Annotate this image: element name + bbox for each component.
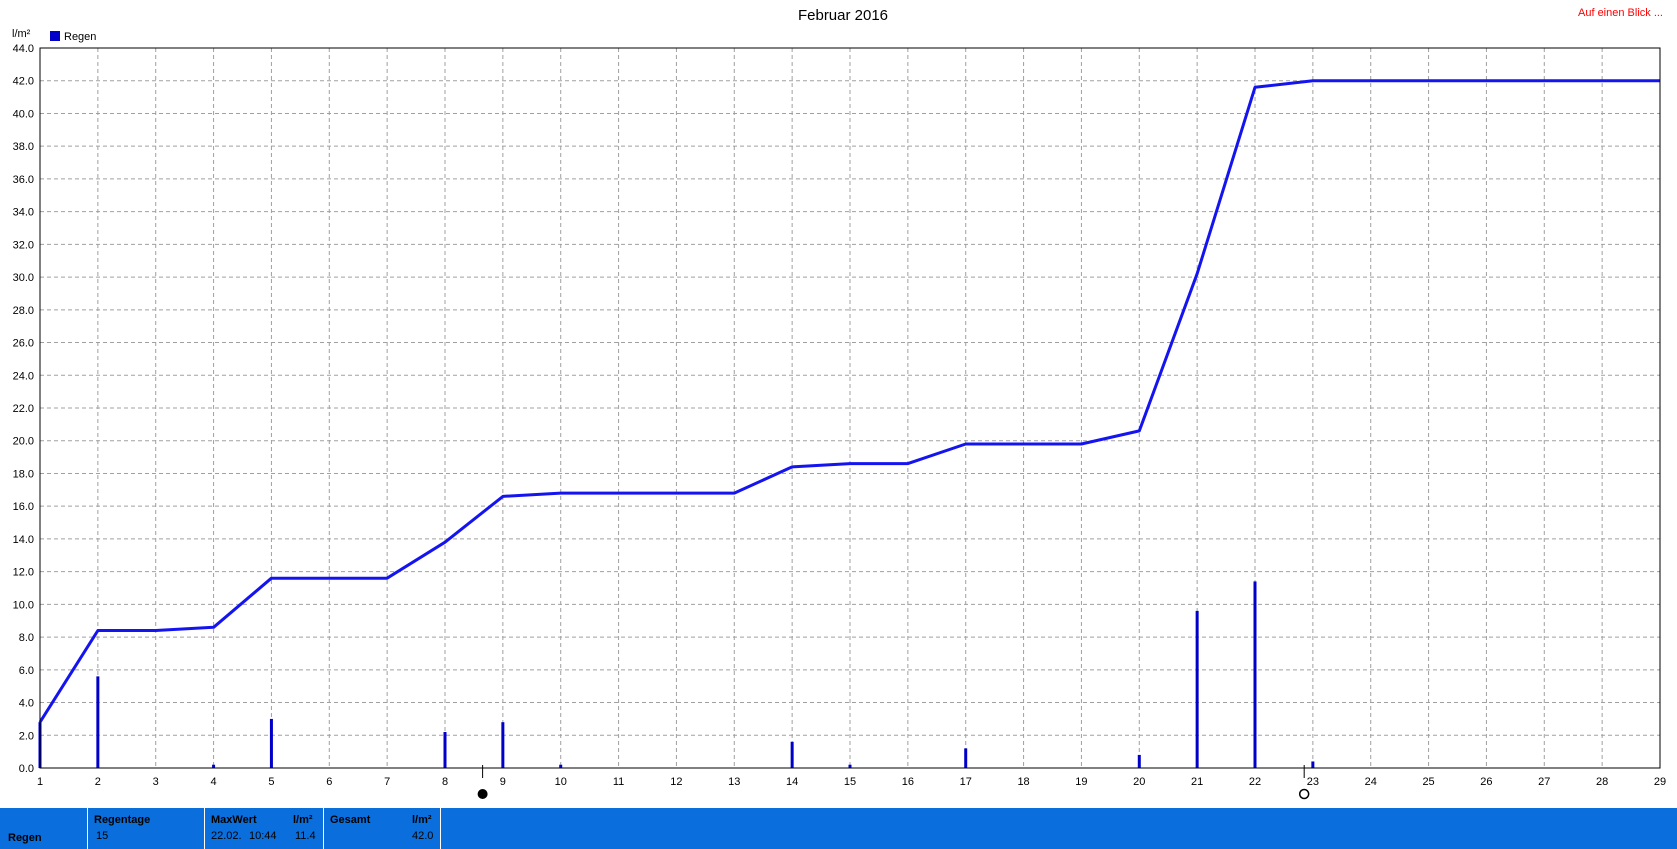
y-axis-unit: l/m² bbox=[12, 28, 31, 40]
x-tick-label: 19 bbox=[1075, 776, 1087, 788]
x-tick-label: 1 bbox=[37, 776, 43, 788]
chart-title: Februar 2016 bbox=[798, 7, 888, 24]
x-tick-label: 26 bbox=[1480, 776, 1492, 788]
y-tick-label: 20.0 bbox=[13, 436, 34, 448]
x-tick-label: 28 bbox=[1596, 776, 1608, 788]
gesamt-unit: l/m² bbox=[412, 814, 432, 826]
x-tick-label: 29 bbox=[1654, 776, 1666, 788]
y-tick-label: 24.0 bbox=[13, 370, 34, 382]
y-tick-label: 22.0 bbox=[13, 403, 34, 415]
x-tick-label: 18 bbox=[1017, 776, 1029, 788]
x-tick-label: 14 bbox=[786, 776, 798, 788]
new-moon-icon bbox=[477, 789, 488, 799]
y-tick-label: 44.0 bbox=[13, 43, 34, 55]
y-tick-label: 32.0 bbox=[13, 239, 34, 251]
maxwert-time: 10:44 bbox=[249, 830, 277, 842]
y-tick-label: 18.0 bbox=[13, 468, 34, 480]
x-tick-label: 4 bbox=[211, 776, 217, 788]
daily-rain-bar bbox=[964, 748, 968, 768]
y-axis-ticks: 0.0 2.0 4.0 6.0 8.0 10.0 12.0 14.0 16.0 18.0 20.0 2… bbox=[13, 43, 34, 775]
maxwert-date: 22.02. bbox=[211, 830, 242, 842]
y-tick-label: 8.0 bbox=[19, 632, 34, 644]
x-tick-label: 20 bbox=[1133, 776, 1145, 788]
daily-rain-bar bbox=[1195, 610, 1199, 768]
gesamt-label: Gesamt bbox=[330, 814, 371, 826]
y-tick-label: 10.0 bbox=[13, 599, 34, 611]
daily-rain-bar bbox=[1311, 761, 1315, 768]
regentage-value: 15 bbox=[96, 830, 109, 842]
y-tick-label: 38.0 bbox=[13, 141, 34, 153]
y-tick-label: 0.0 bbox=[19, 763, 34, 775]
y-tick-label: 34.0 bbox=[13, 207, 34, 219]
x-tick-label: 24 bbox=[1365, 776, 1377, 788]
overview-link[interactable]: Auf einen Blick ... bbox=[1578, 7, 1663, 19]
grid bbox=[40, 48, 1660, 768]
x-tick-label: 23 bbox=[1307, 776, 1319, 788]
y-tick-label: 6.0 bbox=[19, 665, 34, 677]
legend-label: Regen bbox=[64, 31, 96, 43]
x-tick-label: 8 bbox=[442, 776, 448, 788]
maxwert-cell: MaxWert l/m² 22.02. 10:44 11.4 bbox=[205, 808, 324, 849]
y-tick-label: 30.0 bbox=[13, 272, 34, 284]
gesamt-cell: Gesamt l/m² 42.0 bbox=[324, 808, 441, 849]
y-tick-label: 4.0 bbox=[19, 698, 34, 710]
x-tick-label: 17 bbox=[960, 776, 972, 788]
y-tick-label: 26.0 bbox=[13, 338, 34, 350]
y-tick-label: 2.0 bbox=[19, 730, 34, 742]
stats-bar: Regen Regentage 15 MaxWert l/m² 22.02. 1… bbox=[0, 808, 1677, 849]
gesamt-value: 42.0 bbox=[412, 830, 434, 842]
x-tick-label: 9 bbox=[500, 776, 506, 788]
y-tick-label: 42.0 bbox=[13, 76, 34, 88]
x-tick-label: 2 bbox=[95, 776, 101, 788]
x-axis-ticks: 1 2 3 4 5 6 7 8 9 10 11 12 13 14 15 16 17 18 19 20 21 22 23 24 2… bbox=[37, 776, 1666, 788]
x-tick-label: 25 bbox=[1422, 776, 1434, 788]
x-tick-label: 13 bbox=[728, 776, 740, 788]
daily-rain-bar bbox=[269, 718, 273, 768]
x-tick-label: 7 bbox=[384, 776, 390, 788]
y-tick-label: 40.0 bbox=[13, 108, 34, 120]
x-tick-label: 16 bbox=[902, 776, 914, 788]
y-tick-label: 12.0 bbox=[13, 567, 34, 579]
stats-row-label-cell: Regen bbox=[0, 808, 88, 849]
y-tick-label: 36.0 bbox=[13, 174, 34, 186]
maxwert-unit: l/m² bbox=[293, 814, 313, 826]
regentage-cell: Regentage 15 bbox=[88, 808, 205, 849]
x-tick-label: 15 bbox=[844, 776, 856, 788]
regentage-label: Regentage bbox=[94, 814, 151, 826]
x-tick-label: 5 bbox=[268, 776, 274, 788]
daily-rain-bar bbox=[443, 732, 447, 768]
y-tick-label: 14.0 bbox=[13, 534, 34, 546]
x-tick-label: 11 bbox=[613, 776, 624, 788]
daily-rain-bar bbox=[1137, 754, 1141, 768]
x-tick-label: 3 bbox=[153, 776, 159, 788]
rain-chart: Februar 2016 Auf einen Blick ... l/m² Re… bbox=[12, 7, 1666, 800]
daily-rain-bar bbox=[501, 722, 505, 768]
daily-rain-bar bbox=[96, 676, 100, 768]
x-tick-label: 22 bbox=[1249, 776, 1261, 788]
full-moon-icon bbox=[1298, 788, 1310, 800]
x-tick-label: 27 bbox=[1538, 776, 1550, 788]
x-tick-label: 21 bbox=[1191, 776, 1203, 788]
x-tick-label: 10 bbox=[555, 776, 567, 788]
maxwert-label: MaxWert bbox=[211, 814, 257, 826]
maxwert-value: 11.4 bbox=[295, 830, 316, 842]
daily-rain-bar bbox=[1253, 581, 1257, 768]
y-tick-label: 28.0 bbox=[13, 305, 34, 317]
legend-swatch bbox=[50, 31, 60, 41]
y-tick-label: 16.0 bbox=[13, 501, 34, 513]
daily-rain-bar bbox=[790, 741, 794, 768]
moon-phases bbox=[477, 765, 1310, 800]
stats-row-label: Regen bbox=[8, 832, 42, 844]
x-tick-label: 12 bbox=[670, 776, 682, 788]
x-tick-label: 6 bbox=[326, 776, 332, 788]
